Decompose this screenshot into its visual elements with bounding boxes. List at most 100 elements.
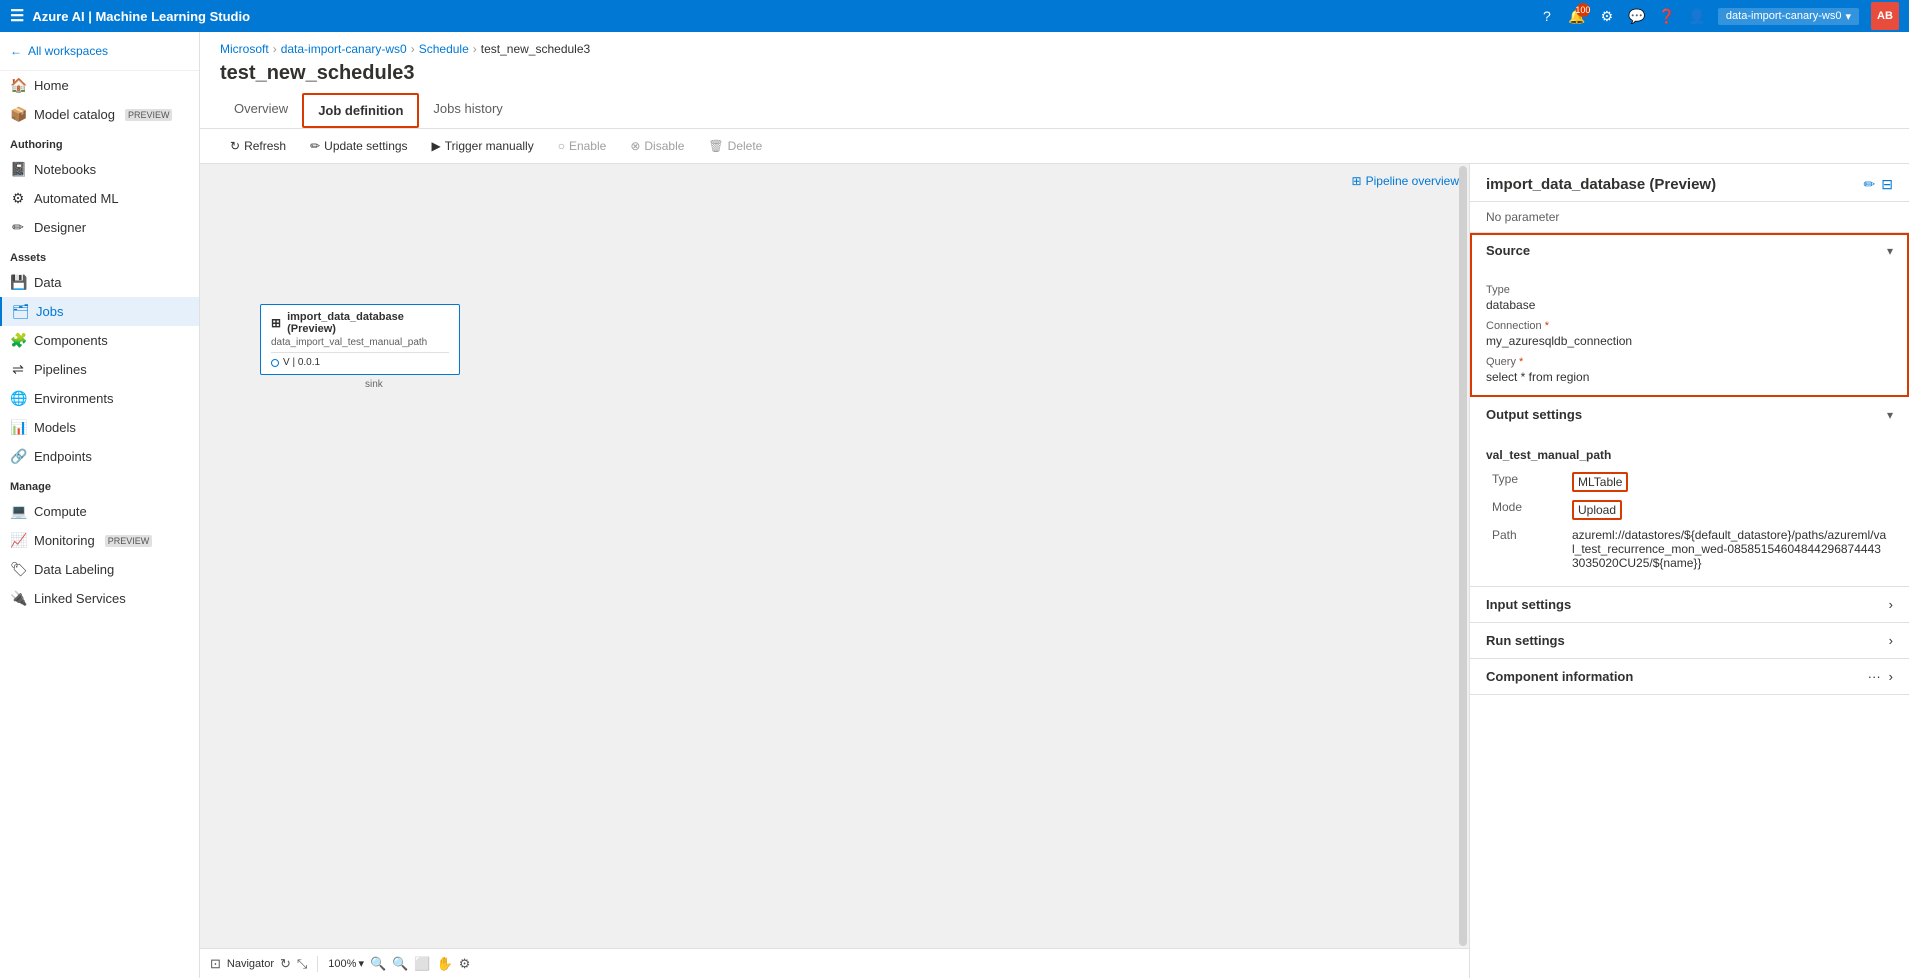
sidebar-item-automated-ml[interactable]: ⚙ Automated ML [0, 184, 199, 213]
output-mode-label: Mode [1486, 496, 1566, 524]
sidebar-item-compute[interactable]: 💻 Compute [0, 497, 199, 526]
canvas-node[interactable]: ⊞ import_data_database (Preview) data_im… [260, 304, 460, 375]
automated-ml-icon: ⚙ [10, 190, 26, 207]
sidebar-item-designer[interactable]: ✏ Designer [0, 213, 199, 242]
output-type-value: MLTable [1566, 468, 1893, 496]
sidebar-item-data[interactable]: 💾 Data [0, 268, 199, 297]
disable-button[interactable]: ⊗ Disable [620, 135, 694, 157]
canvas-fit-icon[interactable]: ⤡ [297, 956, 307, 972]
linked-services-icon: 🔌 [10, 590, 26, 607]
output-path-row: Path azureml://datastores/${default_data… [1486, 524, 1893, 574]
refresh-canvas-icon[interactable]: ↻ [280, 956, 291, 972]
source-section-chevron: ▾ [1887, 244, 1893, 258]
breadcrumb-workspace[interactable]: data-import-canary-ws0 [281, 42, 407, 56]
type-label: Type [1486, 284, 1893, 296]
breadcrumb-microsoft[interactable]: Microsoft [220, 42, 269, 56]
chat-icon[interactable]: 💬 [1628, 7, 1646, 25]
input-settings-label: Input settings [1486, 597, 1571, 612]
zoom-in-icon[interactable]: 🔍 [392, 956, 408, 972]
sidebar: ← All workspaces 🏠 Home 📦 Model catalog … [0, 32, 200, 978]
output-settings-content: val_test_manual_path Type MLTable Mode [1470, 432, 1909, 586]
workspace-selector[interactable]: data-import-canary-ws0 ▾ [1718, 8, 1859, 25]
output-mode-row: Mode Upload [1486, 496, 1893, 524]
user-icon[interactable]: 👤 [1688, 7, 1706, 25]
connection-value: my_azuresqldb_connection [1486, 334, 1893, 348]
help-icon[interactable]: ? [1538, 7, 1556, 25]
output-mode-value: Upload [1566, 496, 1893, 524]
sidebar-item-notebooks[interactable]: 📓 Notebooks [0, 155, 199, 184]
canvas-area[interactable]: ⊞ Pipeline overview ⊞ import_data_databa… [200, 164, 1469, 978]
model-catalog-icon: 📦 [10, 106, 26, 123]
notifications-icon[interactable]: 🔔 100 [1568, 7, 1586, 25]
output-settings-header[interactable]: Output settings ▾ [1470, 397, 1909, 432]
input-settings-chevron-icon: › [1889, 597, 1893, 612]
breadcrumb-current: test_new_schedule3 [481, 42, 590, 56]
data-icon: 💾 [10, 274, 26, 291]
component-info-dots-icon[interactable]: ··· [1868, 669, 1881, 684]
tab-overview[interactable]: Overview [220, 93, 302, 128]
tab-job-definition[interactable]: Job definition [302, 93, 419, 128]
zoom-chevron-icon: ▾ [358, 957, 364, 970]
question-icon[interactable]: ❓ [1658, 7, 1676, 25]
sidebar-item-models[interactable]: 📊 Models [0, 413, 199, 442]
avatar[interactable]: AB [1871, 2, 1899, 30]
query-label: Query [1486, 356, 1893, 368]
hamburger-icon[interactable]: ☰ [10, 6, 24, 26]
trigger-manually-button[interactable]: ▶ Trigger manually [422, 135, 544, 157]
component-information-row[interactable]: Component information ··· › [1470, 659, 1909, 695]
node-subtitle: data_import_val_test_manual_path [271, 337, 449, 348]
breadcrumb: Microsoft › data-import-canary-ws0 › Sch… [220, 42, 1889, 56]
right-panel-header: import_data_database (Preview) ✏ ⊟ [1470, 164, 1909, 202]
pipeline-overview-link[interactable]: ⊞ Pipeline overview [1352, 174, 1459, 188]
component-information-label: Component information [1486, 669, 1633, 684]
refresh-button[interactable]: ↻ Refresh [220, 135, 296, 157]
sidebar-item-environments[interactable]: 🌐 Environments [0, 384, 199, 413]
topbar: ☰ Azure AI | Machine Learning Studio ? 🔔… [0, 0, 1909, 32]
panel-edit-icon[interactable]: ✏ [1864, 176, 1876, 193]
component-info-chevron-icon: › [1889, 669, 1893, 684]
sidebar-item-endpoints[interactable]: 🔗 Endpoints [0, 442, 199, 471]
navigator-icon[interactable]: ⊡ [210, 956, 221, 972]
sidebar-item-pipelines[interactable]: ⇌ Pipelines [0, 355, 199, 384]
component-information-actions: ··· › [1868, 669, 1893, 684]
notifications-badge: 100 [1576, 3, 1590, 17]
port-dot [271, 359, 279, 367]
sidebar-item-components[interactable]: 🧩 Components [0, 326, 199, 355]
sidebar-item-monitoring[interactable]: 📈 Monitoring PREVIEW [0, 526, 199, 555]
output-settings-section: Output settings ▾ val_test_manual_path T… [1470, 397, 1909, 587]
sidebar-item-model-catalog[interactable]: 📦 Model catalog PREVIEW [0, 100, 199, 129]
sidebar-item-data-labeling[interactable]: 🏷 Data Labeling [0, 555, 199, 584]
data-labeling-icon: 🏷 [10, 561, 26, 578]
canvas-pan-icon[interactable]: ✋ [437, 956, 453, 972]
delete-icon: 🗑 [708, 139, 723, 153]
source-section-header[interactable]: Source ▾ [1470, 233, 1909, 268]
tabs-container: Overview Job definition Jobs history [220, 93, 1889, 128]
all-workspaces-back[interactable]: ← All workspaces [10, 40, 189, 62]
breadcrumb-schedule[interactable]: Schedule [419, 42, 469, 56]
enable-button[interactable]: ○ Enable [548, 135, 617, 157]
sidebar-item-linked-services[interactable]: 🔌 Linked Services [0, 584, 199, 613]
right-panel-title: import_data_database (Preview) [1486, 176, 1716, 193]
pencil-icon: ✏ [310, 139, 320, 153]
compute-icon: 💻 [10, 503, 26, 520]
source-section-content: Type database Connection my_azuresqldb_c… [1470, 268, 1909, 396]
panel-collapse-icon[interactable]: ⊟ [1881, 176, 1893, 193]
settings-icon[interactable]: ⚙ [1598, 7, 1616, 25]
run-settings-row[interactable]: Run settings › [1470, 623, 1909, 659]
delete-button[interactable]: 🗑 Delete [698, 135, 772, 157]
source-section-title: Source [1486, 243, 1530, 258]
zoom-out-icon[interactable]: 🔍 [370, 956, 386, 972]
sidebar-item-home[interactable]: 🏠 Home [0, 71, 199, 100]
sidebar-item-jobs[interactable]: 🗂 Jobs [0, 297, 199, 326]
sink-label: sink [365, 379, 383, 390]
update-settings-button[interactable]: ✏ Update settings [300, 135, 417, 157]
page-title: test_new_schedule3 [220, 62, 1889, 85]
home-icon: 🏠 [10, 77, 26, 94]
tab-jobs-history[interactable]: Jobs history [419, 93, 516, 128]
input-settings-row[interactable]: Input settings › [1470, 587, 1909, 623]
canvas-scrollbar-v[interactable] [1459, 166, 1467, 946]
zoom-control[interactable]: 100% ▾ [328, 957, 364, 970]
canvas-more-icon[interactable]: ⚙ [459, 956, 471, 972]
source-section: Source ▾ Type database Connection my_azu… [1470, 233, 1909, 397]
canvas-select-icon[interactable]: ⬜ [414, 956, 430, 972]
